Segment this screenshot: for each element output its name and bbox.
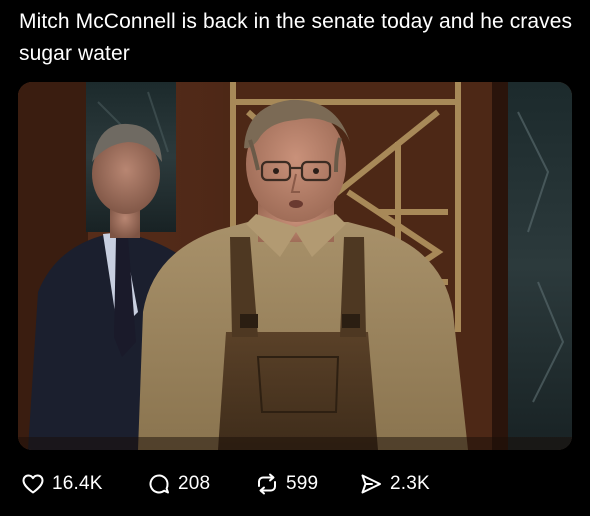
share-count: 2.3K [390, 473, 430, 494]
repost-button[interactable]: 599 [254, 466, 318, 502]
send-icon [358, 471, 384, 497]
share-button[interactable]: 2.3K [358, 466, 430, 502]
post-image[interactable] [18, 82, 572, 450]
like-button[interactable]: 16.4K [20, 466, 103, 502]
comment-button[interactable]: 208 [146, 466, 210, 502]
photo-illustration [18, 82, 572, 450]
comment-bubble-icon [146, 471, 172, 497]
post-caption: Mitch McConnell is back in the senate to… [19, 10, 573, 65]
repost-count: 599 [286, 473, 319, 494]
like-count: 16.4K [52, 473, 103, 494]
repost-icon [254, 471, 280, 497]
heart-icon [20, 471, 46, 497]
social-post: Mitch McConnell is back in the senate to… [0, 0, 590, 516]
post-actions-bar: 16.4K 208 599 2.3K [18, 466, 572, 502]
comment-count: 208 [178, 473, 211, 494]
